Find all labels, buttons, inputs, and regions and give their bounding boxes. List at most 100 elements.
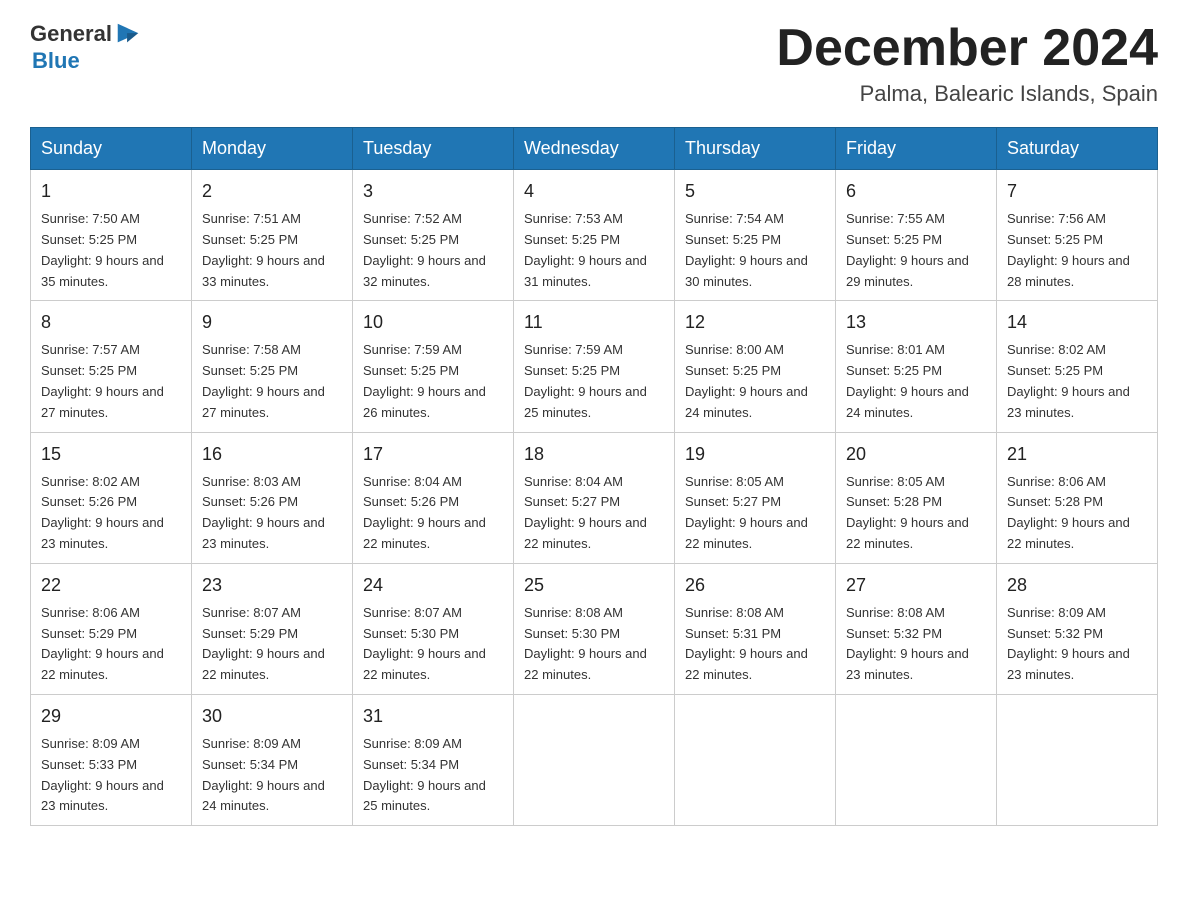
calendar-day-cell: 3 Sunrise: 7:52 AMSunset: 5:25 PMDaylight… <box>353 170 514 301</box>
day-info: Sunrise: 7:59 AMSunset: 5:25 PMDaylight:… <box>363 340 503 423</box>
day-info: Sunrise: 7:53 AMSunset: 5:25 PMDaylight:… <box>524 209 664 292</box>
day-number: 9 <box>202 309 342 336</box>
day-number: 24 <box>363 572 503 599</box>
weekday-header-friday: Friday <box>836 128 997 170</box>
weekday-header-saturday: Saturday <box>997 128 1158 170</box>
calendar-day-cell: 9 Sunrise: 7:58 AMSunset: 5:25 PMDaylight… <box>192 301 353 432</box>
day-info: Sunrise: 7:56 AMSunset: 5:25 PMDaylight:… <box>1007 209 1147 292</box>
day-info: Sunrise: 7:59 AMSunset: 5:25 PMDaylight:… <box>524 340 664 423</box>
calendar-day-cell: 5 Sunrise: 7:54 AMSunset: 5:25 PMDaylight… <box>675 170 836 301</box>
day-info: Sunrise: 8:05 AMSunset: 5:27 PMDaylight:… <box>685 472 825 555</box>
logo: General Blue <box>30 20 142 74</box>
day-number: 29 <box>41 703 181 730</box>
page-header: General Blue December 2024 Palma, Balear… <box>30 20 1158 107</box>
calendar-day-cell: 7 Sunrise: 7:56 AMSunset: 5:25 PMDaylight… <box>997 170 1158 301</box>
calendar-day-cell: 8Sunrise: 7:57 AMSunset: 5:25 PMDaylight… <box>31 301 192 432</box>
day-number: 2 <box>202 178 342 205</box>
calendar-day-cell: 1Sunrise: 7:50 AMSunset: 5:25 PMDaylight… <box>31 170 192 301</box>
day-number: 8 <box>41 309 181 336</box>
calendar-day-cell: 2 Sunrise: 7:51 AMSunset: 5:25 PMDaylight… <box>192 170 353 301</box>
calendar-day-cell <box>514 694 675 825</box>
calendar-day-cell <box>836 694 997 825</box>
day-info: Sunrise: 8:01 AMSunset: 5:25 PMDaylight:… <box>846 340 986 423</box>
calendar-table: SundayMondayTuesdayWednesdayThursdayFrid… <box>30 127 1158 826</box>
day-info: Sunrise: 8:02 AMSunset: 5:25 PMDaylight:… <box>1007 340 1147 423</box>
logo-general-text: General <box>30 21 112 47</box>
calendar-day-cell <box>675 694 836 825</box>
day-number: 4 <box>524 178 664 205</box>
weekday-header-wednesday: Wednesday <box>514 128 675 170</box>
day-info: Sunrise: 7:51 AMSunset: 5:25 PMDaylight:… <box>202 209 342 292</box>
day-number: 10 <box>363 309 503 336</box>
day-info: Sunrise: 7:58 AMSunset: 5:25 PMDaylight:… <box>202 340 342 423</box>
month-title: December 2024 <box>776 20 1158 77</box>
calendar-day-cell: 30Sunrise: 8:09 AMSunset: 5:34 PMDayligh… <box>192 694 353 825</box>
day-number: 26 <box>685 572 825 599</box>
day-number: 30 <box>202 703 342 730</box>
calendar-day-cell: 26Sunrise: 8:08 AMSunset: 5:31 PMDayligh… <box>675 563 836 694</box>
calendar-day-cell: 24 Sunrise: 8:07 AMSunset: 5:30 PMDayligh… <box>353 563 514 694</box>
day-info: Sunrise: 8:08 AMSunset: 5:32 PMDaylight:… <box>846 603 986 686</box>
day-info: Sunrise: 8:06 AMSunset: 5:29 PMDaylight:… <box>41 603 181 686</box>
calendar-day-cell: 25 Sunrise: 8:08 AMSunset: 5:30 PMDayligh… <box>514 563 675 694</box>
calendar-day-cell: 15 Sunrise: 8:02 AMSunset: 5:26 PMDayligh… <box>31 432 192 563</box>
day-info: Sunrise: 8:09 AMSunset: 5:32 PMDaylight:… <box>1007 603 1147 686</box>
day-info: Sunrise: 8:04 AMSunset: 5:26 PMDaylight:… <box>363 472 503 555</box>
day-number: 14 <box>1007 309 1147 336</box>
title-area: December 2024 Palma, Balearic Islands, S… <box>776 20 1158 107</box>
day-number: 15 <box>41 441 181 468</box>
day-number: 16 <box>202 441 342 468</box>
calendar-day-cell: 12 Sunrise: 8:00 AMSunset: 5:25 PMDayligh… <box>675 301 836 432</box>
day-number: 13 <box>846 309 986 336</box>
day-info: Sunrise: 8:09 AMSunset: 5:34 PMDaylight:… <box>363 734 503 817</box>
day-info: Sunrise: 7:55 AMSunset: 5:25 PMDaylight:… <box>846 209 986 292</box>
day-info: Sunrise: 8:00 AMSunset: 5:25 PMDaylight:… <box>685 340 825 423</box>
day-number: 6 <box>846 178 986 205</box>
day-number: 12 <box>685 309 825 336</box>
calendar-week-row: 29Sunrise: 8:09 AMSunset: 5:33 PMDayligh… <box>31 694 1158 825</box>
calendar-week-row: 22Sunrise: 8:06 AMSunset: 5:29 PMDayligh… <box>31 563 1158 694</box>
calendar-day-cell: 27 Sunrise: 8:08 AMSunset: 5:32 PMDayligh… <box>836 563 997 694</box>
calendar-day-cell: 14 Sunrise: 8:02 AMSunset: 5:25 PMDayligh… <box>997 301 1158 432</box>
day-number: 27 <box>846 572 986 599</box>
day-number: 7 <box>1007 178 1147 205</box>
logo-blue-text: Blue <box>32 48 80 74</box>
day-info: Sunrise: 8:07 AMSunset: 5:30 PMDaylight:… <box>363 603 503 686</box>
calendar-week-row: 1Sunrise: 7:50 AMSunset: 5:25 PMDaylight… <box>31 170 1158 301</box>
calendar-day-cell: 29Sunrise: 8:09 AMSunset: 5:33 PMDayligh… <box>31 694 192 825</box>
day-info: Sunrise: 7:52 AMSunset: 5:25 PMDaylight:… <box>363 209 503 292</box>
calendar-day-cell: 6 Sunrise: 7:55 AMSunset: 5:25 PMDaylight… <box>836 170 997 301</box>
weekday-header-thursday: Thursday <box>675 128 836 170</box>
calendar-day-cell: 20 Sunrise: 8:05 AMSunset: 5:28 PMDayligh… <box>836 432 997 563</box>
day-info: Sunrise: 8:03 AMSunset: 5:26 PMDaylight:… <box>202 472 342 555</box>
day-number: 25 <box>524 572 664 599</box>
day-info: Sunrise: 8:02 AMSunset: 5:26 PMDaylight:… <box>41 472 181 555</box>
calendar-day-cell: 31Sunrise: 8:09 AMSunset: 5:34 PMDayligh… <box>353 694 514 825</box>
logo-icon <box>114 20 142 48</box>
calendar-day-cell: 21Sunrise: 8:06 AMSunset: 5:28 PMDayligh… <box>997 432 1158 563</box>
day-info: Sunrise: 7:54 AMSunset: 5:25 PMDaylight:… <box>685 209 825 292</box>
day-number: 23 <box>202 572 342 599</box>
day-number: 1 <box>41 178 181 205</box>
calendar-week-row: 8Sunrise: 7:57 AMSunset: 5:25 PMDaylight… <box>31 301 1158 432</box>
weekday-header-tuesday: Tuesday <box>353 128 514 170</box>
day-info: Sunrise: 8:07 AMSunset: 5:29 PMDaylight:… <box>202 603 342 686</box>
calendar-day-cell <box>997 694 1158 825</box>
day-number: 20 <box>846 441 986 468</box>
day-number: 5 <box>685 178 825 205</box>
location-subtitle: Palma, Balearic Islands, Spain <box>776 81 1158 107</box>
calendar-day-cell: 19Sunrise: 8:05 AMSunset: 5:27 PMDayligh… <box>675 432 836 563</box>
day-info: Sunrise: 8:08 AMSunset: 5:30 PMDaylight:… <box>524 603 664 686</box>
calendar-day-cell: 4 Sunrise: 7:53 AMSunset: 5:25 PMDaylight… <box>514 170 675 301</box>
day-info: Sunrise: 8:06 AMSunset: 5:28 PMDaylight:… <box>1007 472 1147 555</box>
day-number: 28 <box>1007 572 1147 599</box>
day-number: 18 <box>524 441 664 468</box>
weekday-header-sunday: Sunday <box>31 128 192 170</box>
day-number: 3 <box>363 178 503 205</box>
day-info: Sunrise: 8:05 AMSunset: 5:28 PMDaylight:… <box>846 472 986 555</box>
calendar-day-cell: 18 Sunrise: 8:04 AMSunset: 5:27 PMDayligh… <box>514 432 675 563</box>
calendar-day-cell: 13 Sunrise: 8:01 AMSunset: 5:25 PMDayligh… <box>836 301 997 432</box>
calendar-week-row: 15 Sunrise: 8:02 AMSunset: 5:26 PMDayligh… <box>31 432 1158 563</box>
calendar-day-cell: 17Sunrise: 8:04 AMSunset: 5:26 PMDayligh… <box>353 432 514 563</box>
day-info: Sunrise: 8:04 AMSunset: 5:27 PMDaylight:… <box>524 472 664 555</box>
